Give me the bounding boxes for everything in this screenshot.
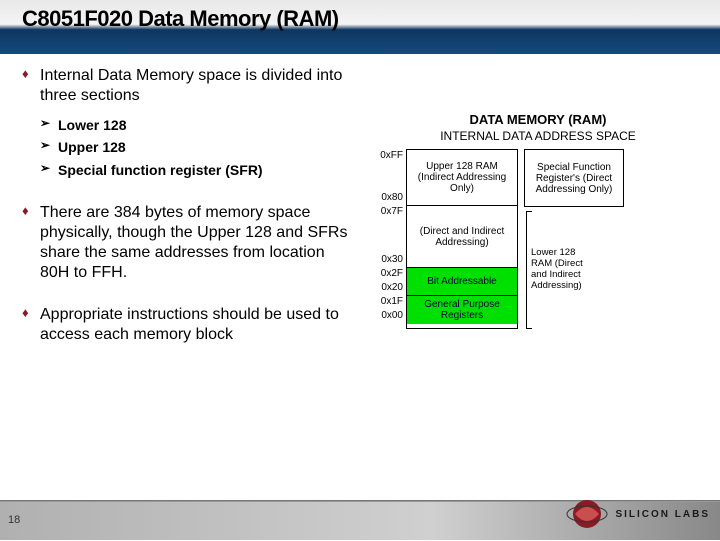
cell-sfr: Special Function Register's (Direct Addr… bbox=[525, 150, 623, 206]
cell-direct-indirect: (Direct and Indirect Addressing) bbox=[407, 206, 517, 268]
left-memory-stack: Upper 128 RAM (Indirect Addressing Only)… bbox=[406, 149, 518, 329]
bullet-1-text: Internal Data Memory space is divided in… bbox=[40, 67, 342, 104]
memory-diagram: DATA MEMORY (RAM) INTERNAL DATA ADDRESS … bbox=[372, 112, 704, 329]
diagram-title: DATA MEMORY (RAM) bbox=[372, 112, 704, 127]
addr-2f: 0x2F bbox=[372, 267, 403, 281]
addr-1f: 0x1F bbox=[372, 295, 403, 309]
slide-title: C8051F020 Data Memory (RAM) bbox=[22, 6, 339, 32]
logo-icon bbox=[565, 492, 609, 536]
sub-bullet-lower128: Lower 128 bbox=[40, 114, 352, 136]
page-number: 18 bbox=[8, 514, 20, 526]
bullet-2: There are 384 bytes of memory space phys… bbox=[22, 203, 352, 283]
content-area: Internal Data Memory space is divided in… bbox=[22, 66, 352, 367]
addr-80: 0x80 bbox=[372, 191, 403, 205]
sfr-stack: Special Function Register's (Direct Addr… bbox=[524, 149, 624, 207]
lower128-label: Lower 128 RAM (Direct and Indirect Addre… bbox=[526, 211, 588, 329]
cell-upper128: Upper 128 RAM (Indirect Addressing Only) bbox=[407, 150, 517, 206]
diagram-subtitle: INTERNAL DATA ADDRESS SPACE bbox=[372, 129, 704, 143]
cell-gpr: General Purpose Registers bbox=[407, 296, 517, 324]
footer-bar: 18 SILICON LABS bbox=[0, 502, 720, 540]
brand-name: SILICON LABS bbox=[615, 509, 710, 520]
addr-20: 0x20 bbox=[372, 281, 403, 295]
title-bar: C8051F020 Data Memory (RAM) bbox=[0, 0, 720, 54]
addr-ff: 0xFF bbox=[372, 149, 403, 163]
cell-bit-addressable: Bit Addressable bbox=[407, 268, 517, 296]
addr-30: 0x30 bbox=[372, 253, 403, 267]
bullet-1: Internal Data Memory space is divided in… bbox=[22, 66, 352, 181]
sub-bullet-sfr: Special function register (SFR) bbox=[40, 159, 352, 181]
brand-logo: SILICON LABS bbox=[565, 492, 710, 536]
addr-00: 0x00 bbox=[372, 309, 403, 323]
addr-7f: 0x7F bbox=[372, 205, 403, 219]
bullet-3: Appropriate instructions should be used … bbox=[22, 305, 352, 345]
sub-bullet-upper128: Upper 128 bbox=[40, 136, 352, 158]
address-column: 0xFF 0x80 0x7F 0x30 0x2F 0x20 0x1F 0x00 bbox=[372, 149, 406, 323]
